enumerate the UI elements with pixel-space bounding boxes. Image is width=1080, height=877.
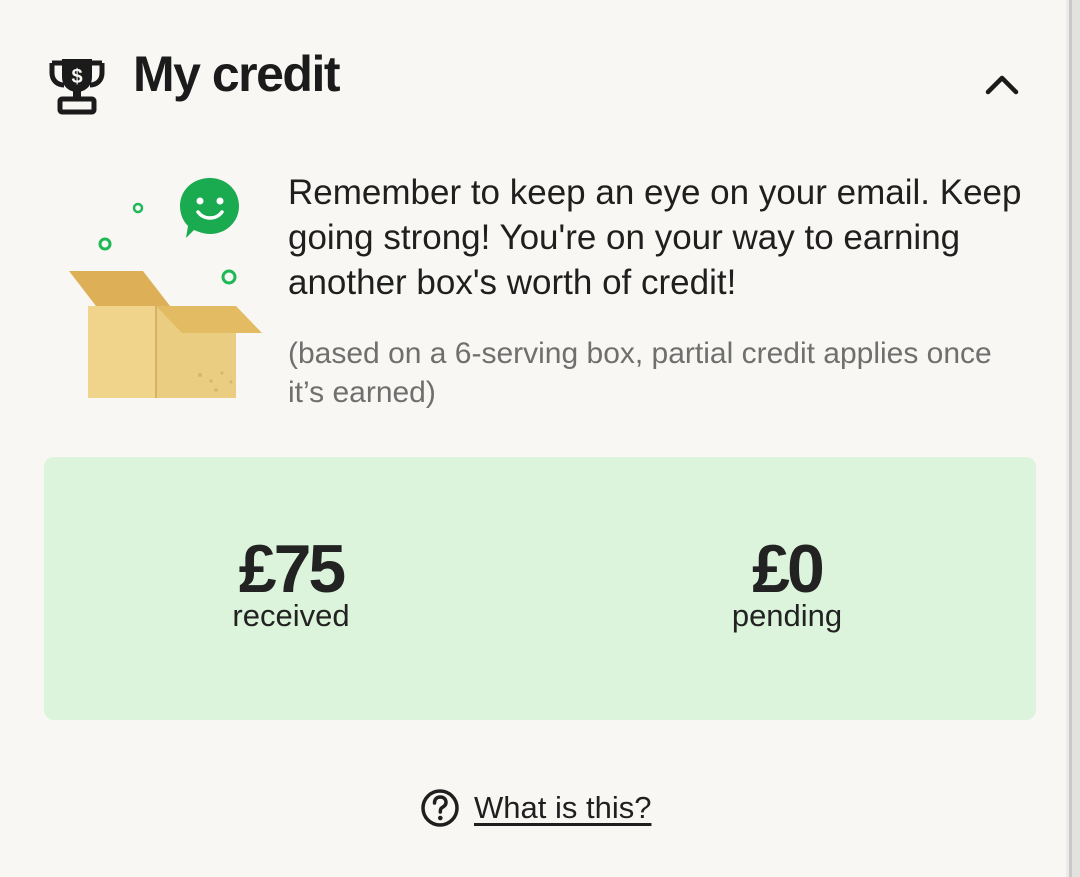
trophy-dollar-icon: $ [49, 59, 105, 115]
section-title: My credit [133, 46, 341, 102]
credit-note: (based on a 6-serving box, partial credi… [288, 337, 992, 409]
received-credit: £75 received [232, 535, 349, 633]
right-edge [1066, 0, 1080, 877]
what-is-this-link[interactable]: What is this? [474, 790, 651, 826]
pending-label: pending [731, 598, 843, 633]
pending-amount: £0 [752, 531, 825, 607]
svg-text:$: $ [71, 66, 82, 88]
pending-credit: £0 pending [732, 535, 842, 633]
credit-summary-panel: £75 received £0 pending [44, 457, 1036, 720]
question-circle-icon[interactable] [420, 788, 460, 828]
credit-section-header[interactable]: $ My credit [0, 0, 1064, 150]
open-box-smiley-illustration [69, 178, 262, 398]
credit-message: Remember to keep an eye on your email. K… [288, 173, 1022, 302]
what-is-this-link-row[interactable]: What is this? [420, 786, 651, 830]
received-amount: £75 [238, 531, 346, 607]
chevron-up-icon[interactable] [980, 68, 1024, 102]
received-label: received [232, 598, 350, 633]
